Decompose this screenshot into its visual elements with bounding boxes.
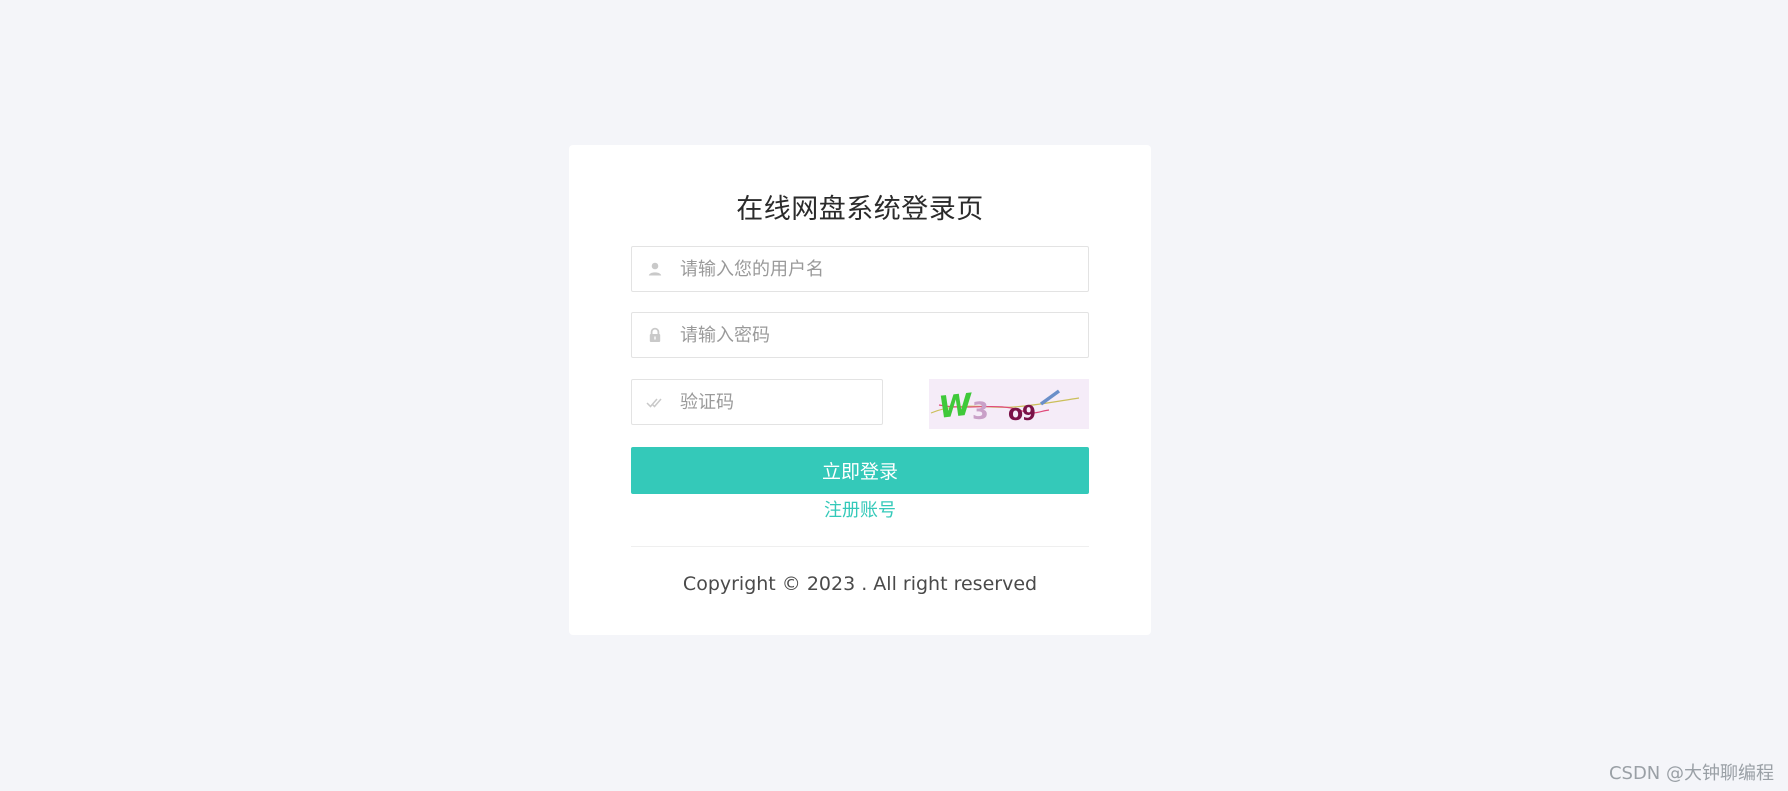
check-icon [646,393,664,411]
username-input[interactable] [680,247,1076,291]
lock-icon [646,326,664,344]
captcha-input[interactable] [680,380,870,424]
captcha-image[interactable]: W 3 o 9 [929,379,1089,429]
login-button[interactable]: 立即登录 [631,447,1089,494]
page-title: 在线网盘系统登录页 [736,194,984,225]
svg-text:3: 3 [972,397,989,425]
username-field[interactable] [631,246,1089,292]
svg-text:9: 9 [1022,401,1036,425]
password-input[interactable] [680,313,1076,357]
watermark: CSDN @大钟聊编程 [1608,763,1774,784]
copyright-text: Copyright © 2023 . All right reserved [682,573,1038,595]
divider [631,546,1089,547]
svg-text:o: o [1008,401,1023,426]
register-link[interactable]: 注册账号 [569,496,1151,522]
password-field[interactable] [631,312,1089,358]
login-card: 在线网盘系统登录页 请输入您的用户名 验证码 W 3 o 9 立即登录 注册账号… [569,145,1151,635]
svg-text:W: W [937,387,975,425]
captcha-field[interactable] [631,379,883,425]
user-icon [646,260,664,278]
